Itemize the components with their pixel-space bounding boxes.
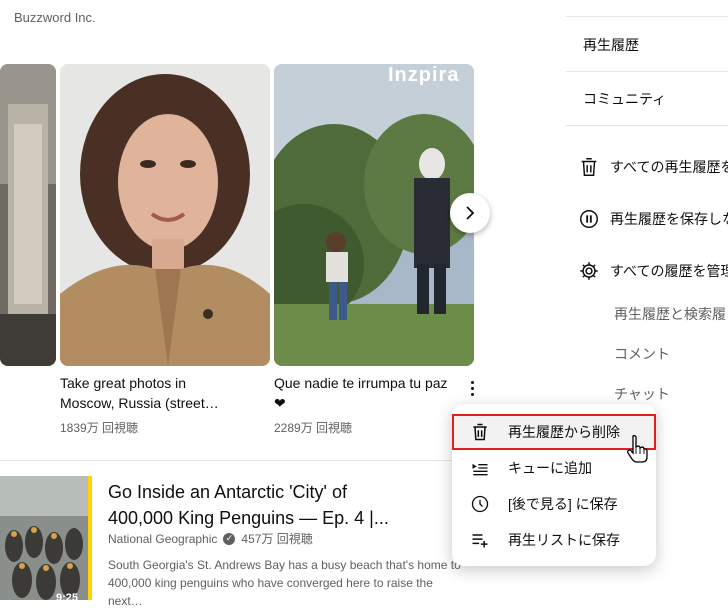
hand-cursor-icon bbox=[627, 435, 648, 463]
video-desc-line2: 400,000 king penguins who have converged… bbox=[108, 576, 433, 608]
sidebar-sub-comments[interactable]: コメント bbox=[614, 344, 670, 364]
short-title-2-line1: Que nadie te irrumpa tu paz bbox=[274, 375, 448, 391]
manage-all-history-label: すべての履歴を管理 bbox=[610, 263, 728, 279]
short-title-1-line2: Moscow, Russia (street… bbox=[60, 395, 219, 411]
pause-history-button[interactable]: 再生履歴を保存しな bbox=[578, 208, 728, 230]
video-title[interactable]: Go Inside an Antarctic 'City' of 400,000… bbox=[108, 479, 438, 531]
video-views: 457万 回視聴 bbox=[241, 532, 313, 546]
video-description: South Georgia's St. Andrews Bay has a bu… bbox=[108, 556, 468, 610]
video-title-line2: 400,000 King Penguins — Ep. 4 |... bbox=[108, 508, 389, 528]
pause-circle-icon bbox=[580, 210, 598, 228]
chevron-right-icon bbox=[466, 206, 475, 220]
next-arrow-button[interactable] bbox=[450, 193, 490, 233]
sidebar-sub-watch-search-history[interactable]: 再生履歴と検索履 bbox=[614, 304, 726, 324]
video-thumbnail[interactable] bbox=[0, 476, 92, 600]
sidebar-item-community[interactable]: コミュニティ bbox=[583, 89, 666, 109]
pause-history-label: 再生履歴を保存しな bbox=[610, 211, 728, 227]
sidebar-sub-chat[interactable]: チャット bbox=[614, 384, 670, 404]
gear-icon bbox=[580, 262, 598, 280]
video-desc-line1: South Georgia's St. Andrews Bay has a bu… bbox=[108, 558, 461, 572]
more-options-icon[interactable] bbox=[462, 376, 482, 400]
sidebar-divider bbox=[566, 16, 728, 17]
verified-icon: ✓ bbox=[223, 532, 236, 545]
short-title-1-line1: Take great photos in bbox=[60, 375, 187, 391]
video-title-line1: Go Inside an Antarctic 'City' of bbox=[108, 482, 347, 502]
context-menu: 再生履歴から削除 キューに追加 [後で見る] に保存 再生リストに保存 bbox=[452, 404, 656, 566]
short-views-2: 2289万 回視聴 bbox=[274, 421, 353, 435]
short-thumbnail-1[interactable] bbox=[60, 64, 270, 366]
sidebar-divider bbox=[566, 125, 728, 126]
menu-item-watch-later[interactable]: [後で見る] に保存 bbox=[452, 486, 656, 522]
manage-all-history-button[interactable]: すべての履歴を管理 bbox=[578, 260, 728, 282]
channel-name[interactable]: Buzzword Inc. bbox=[14, 10, 96, 25]
menu-item-label: 再生履歴から削除 bbox=[508, 424, 620, 440]
short-thumbnail-partial[interactable] bbox=[0, 64, 56, 366]
video-channel-name[interactable]: National Geographic bbox=[108, 532, 217, 546]
short-title-2-line2: ❤ bbox=[274, 395, 286, 411]
menu-item-label: キューに追加 bbox=[508, 460, 592, 476]
playlist-add-icon bbox=[468, 528, 492, 552]
short-title-2[interactable]: Que nadie te irrumpa tu paz ❤ bbox=[274, 373, 464, 413]
queue-icon bbox=[468, 456, 492, 480]
short-views-1: 1839万 回視聴 bbox=[60, 421, 139, 435]
trash-icon bbox=[468, 420, 492, 444]
clock-icon bbox=[468, 492, 492, 516]
video-duration: 9:25 bbox=[56, 592, 79, 604]
watermark-text: Inzpira bbox=[388, 64, 460, 86]
menu-item-label: [後で見る] に保存 bbox=[508, 496, 618, 512]
clear-all-history-button[interactable]: すべての再生履歴を bbox=[578, 156, 728, 178]
short-thumbnail-2[interactable]: Inzpira bbox=[274, 64, 474, 366]
clear-all-history-label: すべての再生履歴を bbox=[610, 159, 728, 175]
sidebar-divider bbox=[566, 71, 728, 72]
video-meta: National Geographic ✓ 457万 回視聴 bbox=[108, 530, 313, 547]
menu-item-save-to-playlist[interactable]: 再生リストに保存 bbox=[452, 522, 656, 558]
sidebar-item-history[interactable]: 再生履歴 bbox=[583, 35, 639, 55]
short-title-1[interactable]: Take great photos in Moscow, Russia (str… bbox=[60, 373, 260, 413]
trash-icon bbox=[581, 158, 597, 176]
menu-item-label: 再生リストに保存 bbox=[508, 532, 620, 548]
